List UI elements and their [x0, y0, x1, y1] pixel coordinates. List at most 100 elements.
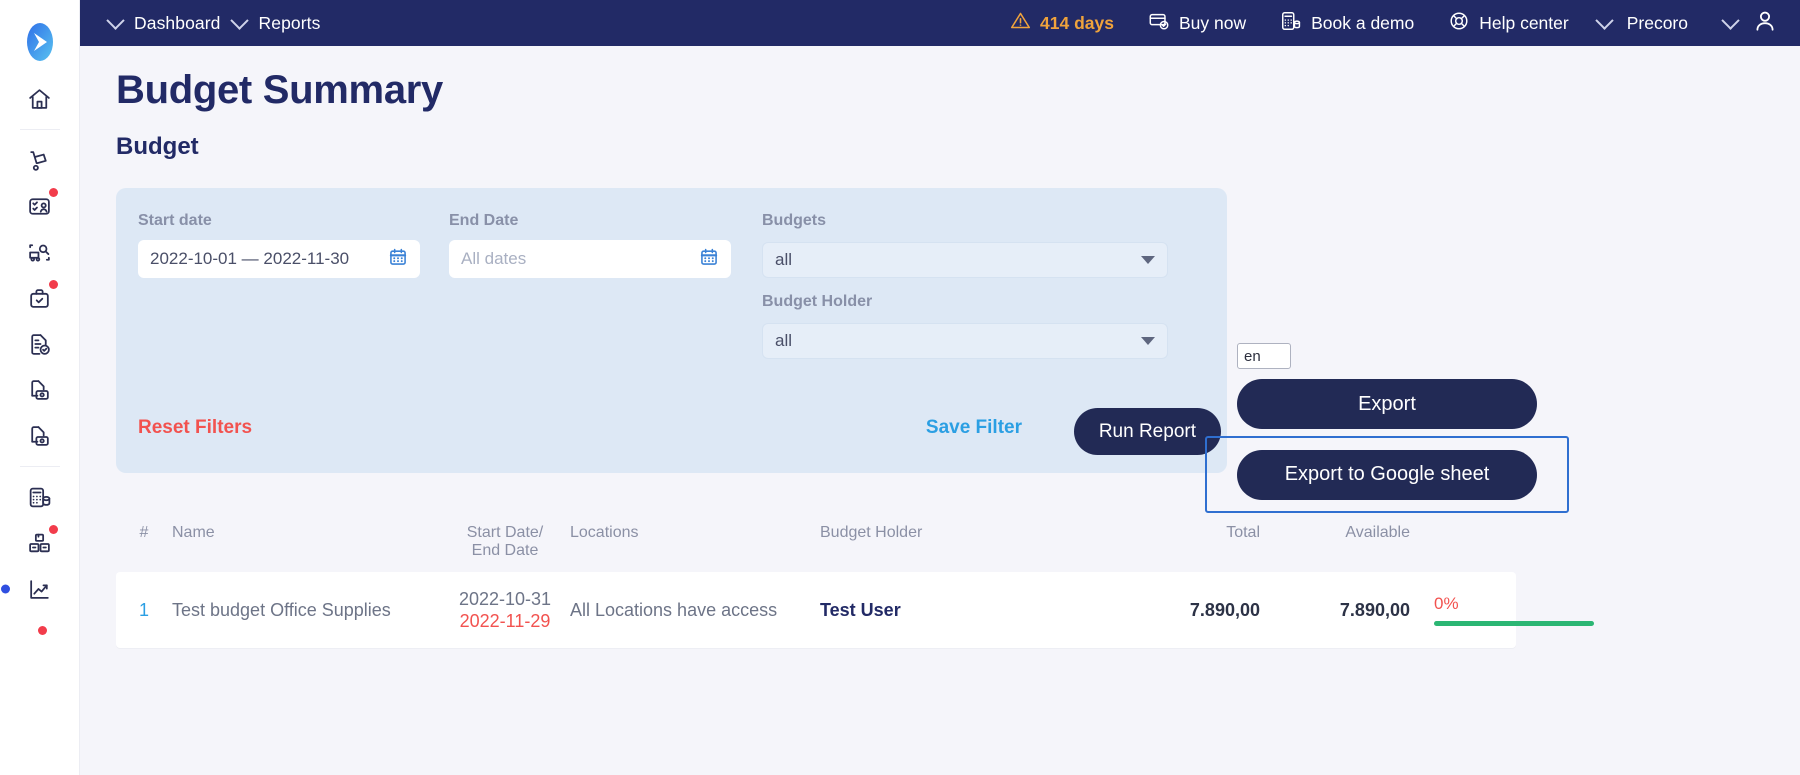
section-title: Budget: [116, 133, 199, 160]
warning-triangle-icon: [1010, 10, 1031, 36]
notification-badge: [37, 626, 47, 635]
calendar-icon[interactable]: [699, 247, 719, 272]
trial-days-indicator[interactable]: 414 days: [993, 10, 1131, 36]
sidebar-divider: [19, 466, 60, 467]
progress-bar-fill: [1434, 621, 1594, 626]
user-menu[interactable]: [1705, 8, 1782, 39]
precoro-logo-icon[interactable]: [20, 22, 60, 62]
calendar-icon[interactable]: [388, 247, 408, 272]
chevron-down-icon: [1717, 10, 1743, 36]
row-budget-holder: Test User: [820, 599, 901, 620]
sidebar-item-more[interactable]: [17, 612, 63, 658]
caret-down-icon: [1141, 256, 1155, 264]
budget-holder-label: Budget Holder: [762, 293, 873, 310]
start-date-input[interactable]: 2022-10-01 — 2022-11-30: [138, 240, 420, 278]
briefcase-check-icon: [27, 286, 52, 311]
column-header-start-date: Start Date/: [466, 524, 544, 541]
column-header-available: Available: [1345, 524, 1410, 541]
reset-filters-button[interactable]: Reset Filters: [138, 417, 252, 439]
account-menu[interactable]: Precoro: [1586, 10, 1705, 36]
column-header-end-date: End Date: [471, 542, 539, 559]
truck-search-icon: [27, 240, 52, 265]
notification-badge: [48, 188, 58, 197]
sidebar-item-purchase-requisitions[interactable]: [17, 137, 63, 183]
breadcrumb-dashboard[interactable]: Dashboard: [128, 13, 227, 34]
row-name[interactable]: Test budget Office Supplies: [172, 600, 440, 621]
help-center-button[interactable]: Help center: [1431, 10, 1586, 37]
sidebar-item-rfq[interactable]: [17, 229, 63, 275]
line-chart-up-icon: [27, 577, 52, 602]
row-locations: All Locations have access: [570, 599, 778, 620]
active-indicator-dot: [0, 584, 10, 594]
row-number: 1: [138, 599, 149, 620]
export-google-sheet-button[interactable]: Export to Google sheet: [1237, 449, 1537, 500]
budgets-select[interactable]: all: [762, 242, 1168, 278]
budget-holder-value: all: [775, 331, 793, 350]
column-header-name: Name: [172, 524, 215, 541]
column-header-number: #: [139, 524, 149, 541]
house-icon: [27, 87, 52, 112]
end-date-input[interactable]: All dates: [449, 240, 731, 278]
id-card-check-icon: [27, 194, 52, 219]
hand-truck-icon: [27, 148, 52, 173]
sidebar-item-home[interactable]: [17, 76, 63, 122]
save-filter-button[interactable]: Save Filter: [926, 417, 1022, 439]
sidebar-item-receipts[interactable]: [17, 321, 63, 367]
buy-now-label: Buy now: [1178, 12, 1247, 33]
sidebar-item-orders[interactable]: [17, 275, 63, 321]
budget-holder-select[interactable]: all: [762, 323, 1168, 359]
calculator-coins-icon: [27, 485, 52, 510]
run-report-button[interactable]: Run Report: [1073, 408, 1221, 455]
row-progress: 0%: [1410, 594, 1610, 626]
budget-table: # Name Start Date/ End Date Locations Bu…: [116, 516, 1594, 648]
calculator-icon: [1280, 10, 1302, 37]
top-navigation-bar: Dashboard Reports 414 days Buy now Book …: [80, 0, 1800, 46]
budgets-field: Budgets all: [762, 212, 1168, 278]
export-button[interactable]: Export: [1237, 379, 1537, 429]
row-total: 7.890,00: [1189, 599, 1260, 620]
chevron-down-icon[interactable]: [227, 10, 253, 36]
help-center-label: Help center: [1479, 12, 1569, 33]
sidebar-item-invoices[interactable]: [17, 367, 63, 413]
budgets-value: all: [775, 250, 793, 269]
document-money-icon: [27, 378, 52, 403]
breadcrumb-reports[interactable]: Reports: [253, 13, 327, 34]
credit-card-icon: [1148, 10, 1170, 37]
document-money-icon: [27, 424, 52, 449]
sidebar-item-reports[interactable]: [0, 566, 63, 612]
notification-badge: [48, 525, 58, 534]
language-input[interactable]: [1237, 343, 1291, 369]
row-dates: 2022-10-31 2022-11-29: [440, 588, 570, 633]
buy-now-button[interactable]: Buy now: [1131, 10, 1263, 37]
lifebuoy-icon: [1448, 10, 1470, 37]
sidebar-item-expenses[interactable]: [17, 413, 63, 459]
end-date-label: End Date: [449, 212, 519, 229]
document-check-icon: [27, 332, 52, 357]
notification-badge: [48, 280, 58, 289]
sidebar-item-requests[interactable]: [17, 183, 63, 229]
sidebar-item-warehouse[interactable]: [17, 520, 63, 566]
sidebar-item-budgets[interactable]: [17, 474, 63, 520]
left-sidebar: [0, 0, 80, 775]
row-available: 7.890,00: [1339, 599, 1410, 620]
export-google-sheet-highlight: Export to Google sheet: [1205, 436, 1569, 513]
start-date-field: Start date 2022-10-01 — 2022-11-30: [138, 212, 420, 278]
chevron-down-icon[interactable]: [102, 10, 128, 36]
app-root: Dashboard Reports 414 days Buy now Book …: [0, 0, 1800, 775]
chevron-down-icon: [1592, 10, 1618, 36]
breadcrumb: Dashboard Reports: [80, 10, 327, 36]
page-content: Budget Summary Budget Start date 2022-10…: [80, 46, 1800, 775]
end-date-field: End Date All dates: [449, 212, 731, 278]
budgets-label: Budgets: [762, 212, 826, 229]
start-date-label: Start date: [138, 212, 212, 229]
column-header-budget-holder: Budget Holder: [820, 524, 923, 541]
column-header-locations: Locations: [570, 524, 639, 541]
page-title: Budget Summary: [116, 68, 443, 112]
filter-panel: Start date 2022-10-01 — 2022-11-30 End D…: [116, 188, 1227, 473]
start-date-value: 2022-10-01 — 2022-11-30: [150, 249, 350, 268]
book-demo-button[interactable]: Book a demo: [1263, 10, 1431, 37]
budget-holder-field: Budget Holder all: [762, 293, 1168, 359]
trial-days-label: 414 days: [1040, 12, 1114, 33]
table-row[interactable]: 1 Test budget Office Supplies 2022-10-31…: [116, 572, 1594, 648]
account-label: Precoro: [1626, 12, 1688, 33]
